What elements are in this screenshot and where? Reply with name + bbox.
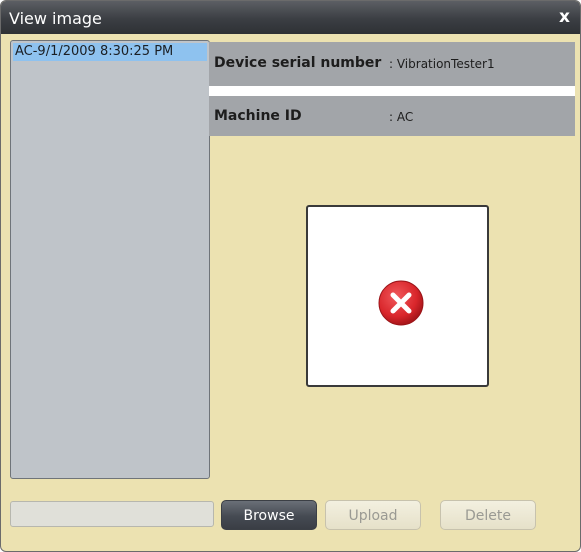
device-serial-value: : VibrationTester1 (389, 57, 495, 71)
view-image-dialog: View image x AC-9/1/2009 8:30:25 PM Devi… (0, 0, 581, 552)
delete-button[interactable]: Delete (440, 500, 536, 530)
machine-id-label: Machine ID (214, 108, 302, 124)
image-preview (306, 205, 489, 387)
machine-id-value: : AC (389, 110, 414, 124)
file-path-field[interactable] (10, 501, 214, 527)
device-serial-row: Device serial number : VibrationTester1 (209, 42, 575, 86)
row-divider (209, 86, 575, 96)
browse-button[interactable]: Browse (221, 500, 317, 530)
title-bar[interactable]: View image x (1, 1, 580, 34)
window-title: View image (9, 9, 102, 28)
upload-button[interactable]: Upload (325, 500, 421, 530)
error-icon (378, 280, 424, 326)
image-list[interactable]: AC-9/1/2009 8:30:25 PM (10, 40, 210, 479)
machine-id-row: Machine ID : AC (209, 96, 575, 136)
list-item[interactable]: AC-9/1/2009 8:30:25 PM (13, 43, 207, 61)
device-serial-label: Device serial number (214, 55, 382, 71)
close-button[interactable]: x (559, 7, 570, 27)
